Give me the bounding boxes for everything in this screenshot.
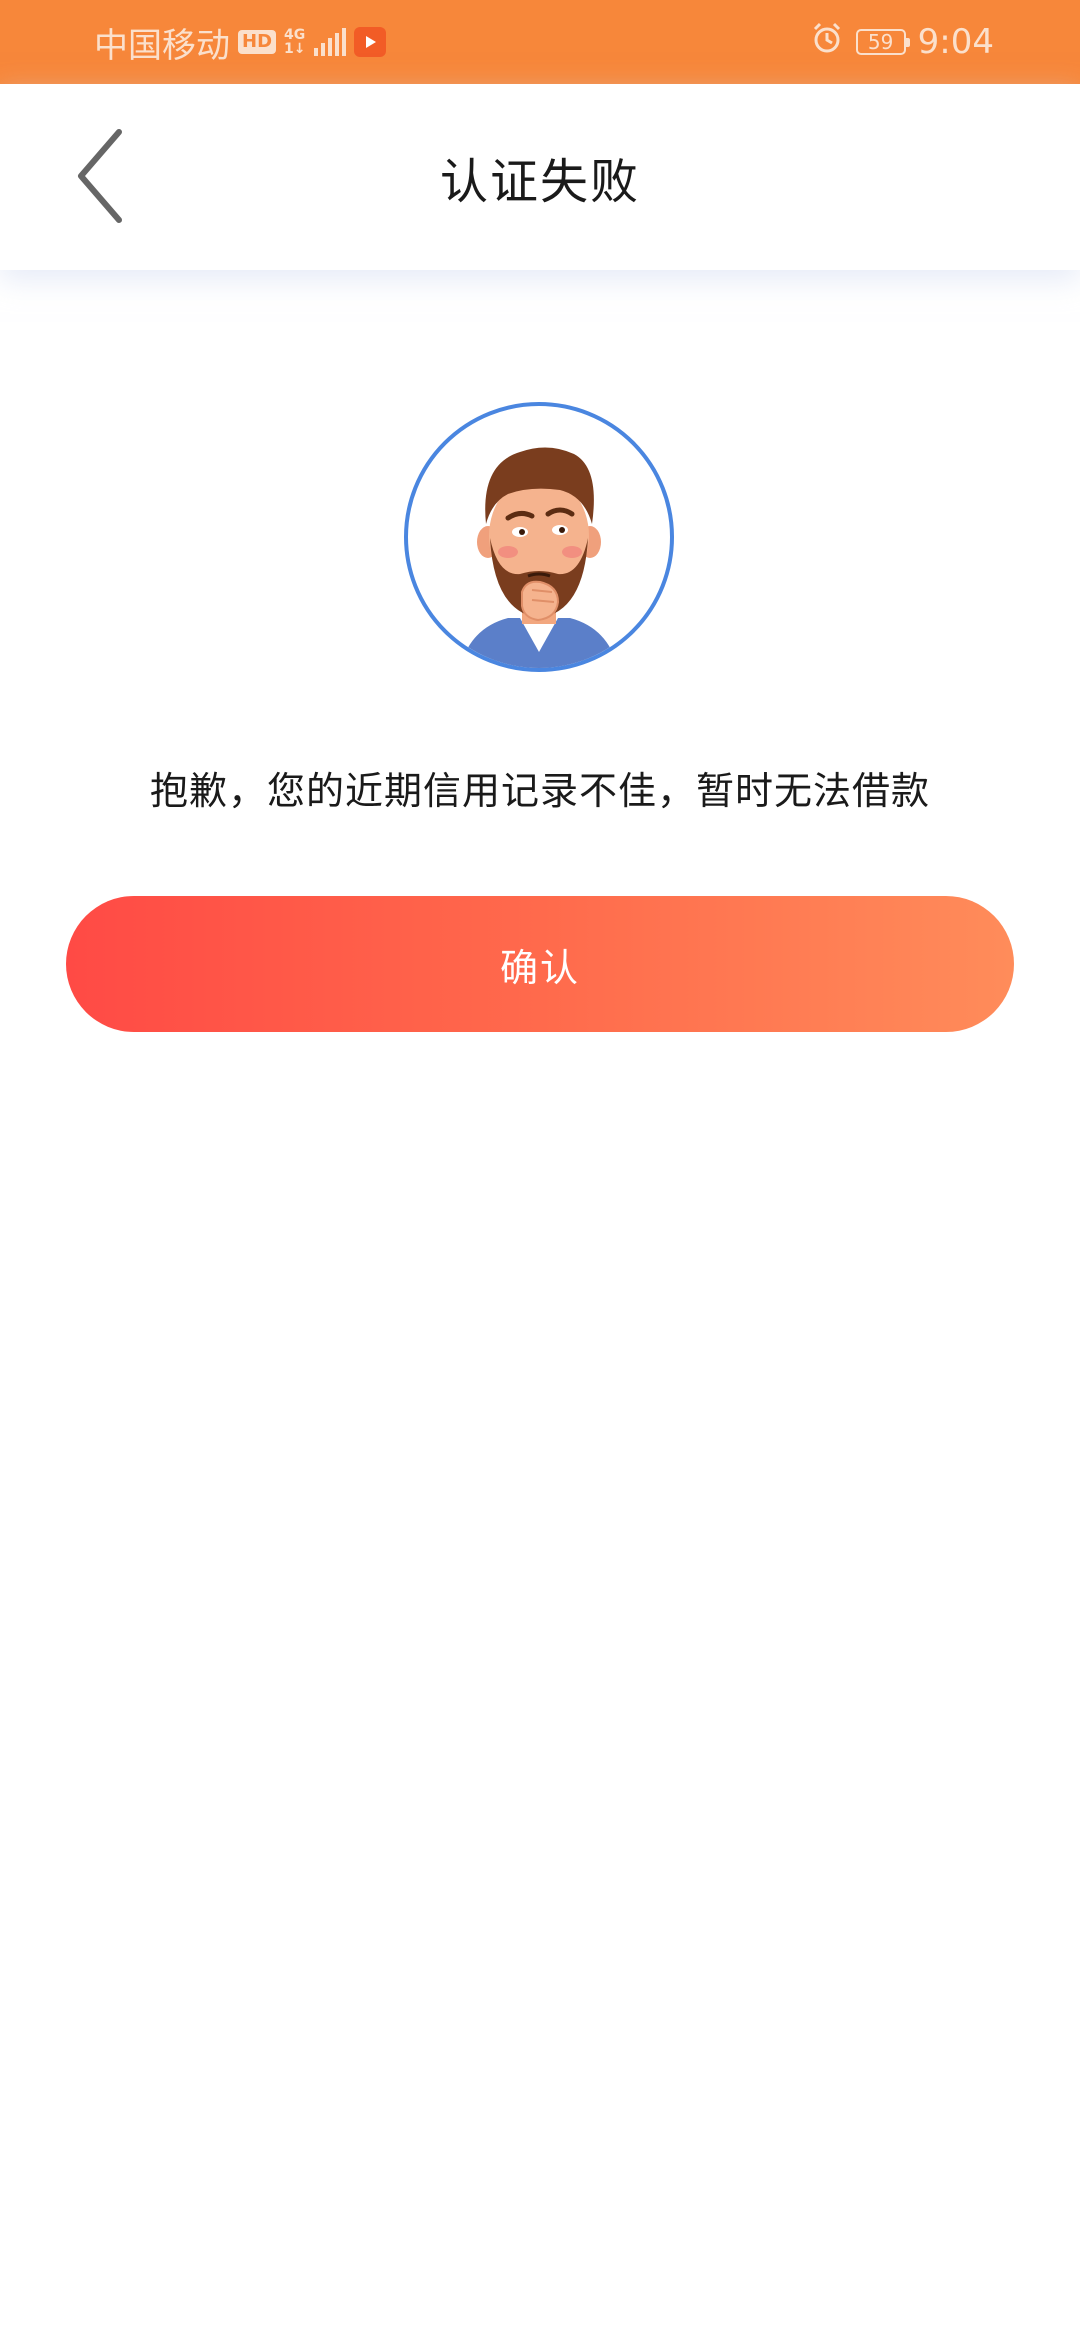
video-app-icon xyxy=(353,27,386,57)
status-left: 中国移动 HD 4G 1↓ xyxy=(94,0,386,84)
avatar xyxy=(404,402,674,672)
network-type: 4G 1↓ xyxy=(284,28,305,56)
confirm-button[interactable]: 确认 xyxy=(66,896,1014,1032)
hd-icon: HD xyxy=(238,30,277,54)
chevron-left-icon xyxy=(78,129,122,223)
signal-icon xyxy=(313,28,346,56)
network-sub-label: 1↓ xyxy=(284,41,306,57)
network-type-label: 4G xyxy=(284,27,306,43)
carrier-name: 中国移动 xyxy=(94,25,230,66)
battery-icon: 59 xyxy=(855,29,910,55)
failure-message: 抱歉，您的近期信用记录不佳，暂时无法借款 xyxy=(149,769,930,813)
status-bar: 中国移动 HD 4G 1↓ 59 9:04 xyxy=(0,0,1080,84)
thinking-man-illustration xyxy=(460,447,618,668)
back-button[interactable] xyxy=(60,126,140,226)
battery-level: 59 xyxy=(867,30,894,54)
page-title: 认证失败 xyxy=(439,154,640,210)
status-right: 59 9:04 xyxy=(810,0,994,84)
nav-bar: 认证失败 xyxy=(0,84,1080,270)
clock-time: 9:04 xyxy=(917,22,994,62)
alarm-icon xyxy=(810,21,844,64)
